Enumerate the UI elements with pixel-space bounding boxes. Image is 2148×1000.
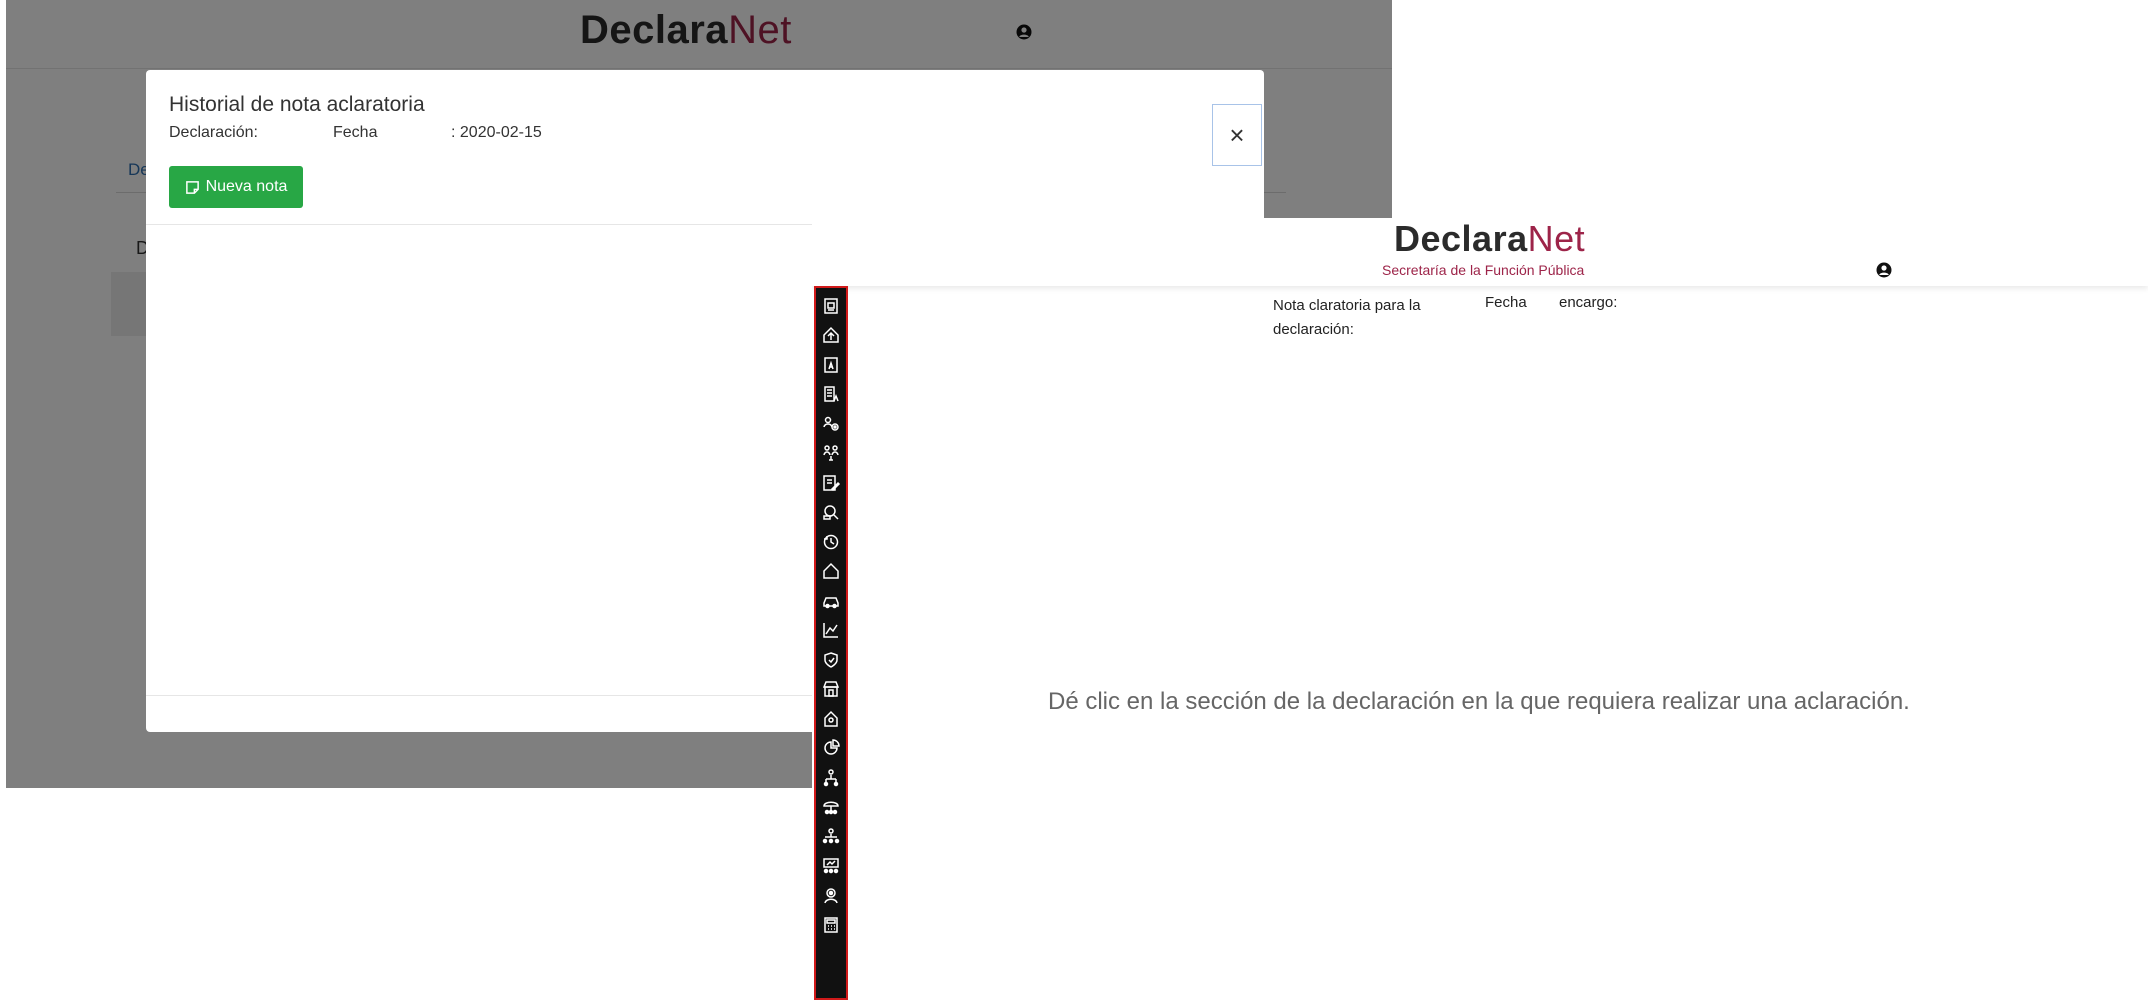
document-a-icon <box>824 357 838 373</box>
declaration-sections-sidebar <box>814 286 848 1000</box>
form-edit-icon <box>823 475 841 491</box>
note-icon <box>185 180 199 194</box>
calculator-icon <box>824 917 838 933</box>
sidebar-item-id-card[interactable] <box>819 291 843 321</box>
close-icon: × <box>1229 119 1245 150</box>
building-a-icon <box>824 386 839 402</box>
person-badge-icon <box>824 888 838 904</box>
modal-title: Historial de nota aclaratoria <box>169 93 425 116</box>
sidebar-item-home[interactable] <box>819 557 843 587</box>
sidebar-item-family[interactable] <box>819 439 843 469</box>
user-icon[interactable] <box>1876 262 1892 278</box>
person-hierarchy-icon <box>823 769 839 786</box>
shield-hand-icon <box>824 651 838 668</box>
right-screenshot: DeclaraNet Secretaría de la Función Públ… <box>812 218 2148 1000</box>
new-note-button[interactable]: Nueva nota <box>169 166 303 208</box>
sidebar-item-group-hierarchy[interactable] <box>819 822 843 852</box>
sidebar-item-document-a[interactable] <box>819 350 843 380</box>
sidebar-item-umbrella-group[interactable] <box>819 793 843 823</box>
sidebar-item-person-hierarchy[interactable] <box>819 763 843 793</box>
fecha-label: Fecha <box>333 124 378 141</box>
sidebar-item-car[interactable] <box>819 586 843 616</box>
right-header: DeclaraNet Secretaría de la Función Públ… <box>812 218 2148 286</box>
sidebar-item-presentation-group[interactable] <box>819 852 843 882</box>
fecha-value: : 2020-02-15 <box>451 124 542 141</box>
sidebar-item-form-edit[interactable] <box>819 468 843 498</box>
sidebar-item-calculator[interactable] <box>819 911 843 941</box>
sidebar-item-upload-home[interactable] <box>819 321 843 351</box>
sidebar-item-shield-hand[interactable] <box>819 645 843 675</box>
history-icon <box>823 534 839 549</box>
sidebar-item-pie-chart[interactable] <box>819 734 843 764</box>
shop-icon <box>822 681 840 697</box>
instruction-text: Dé clic en la sección de la declaración … <box>1048 688 1910 715</box>
people-gear-icon <box>823 416 839 431</box>
family-icon <box>823 445 839 461</box>
search-settings-icon <box>823 505 839 520</box>
car-icon <box>823 597 839 608</box>
group-hierarchy-icon <box>822 828 840 843</box>
sidebar-item-line-chart[interactable] <box>819 616 843 646</box>
sidebar-item-people-gear[interactable] <box>819 409 843 439</box>
sidebar-item-history[interactable] <box>819 527 843 557</box>
pie-chart-icon <box>824 739 840 755</box>
sidebar-item-shop[interactable] <box>819 675 843 705</box>
house-location-icon <box>824 710 838 727</box>
sidebar-item-house-location[interactable] <box>819 704 843 734</box>
sidebar-item-building-a[interactable] <box>819 380 843 410</box>
presentation-group-icon <box>823 858 839 874</box>
logo-light-text: Net <box>1527 218 1586 259</box>
sidebar-item-search-settings[interactable] <box>819 498 843 528</box>
note-label: Nota claratoria para la declaración: <box>1273 297 1421 338</box>
close-button[interactable]: × <box>1212 104 1262 166</box>
declaranet-logo: DeclaraNet <box>1394 218 1585 260</box>
umbrella-group-icon <box>823 801 839 815</box>
declaracion-label: Declaración: <box>169 124 258 141</box>
note-encargo-label: encargo: <box>1559 294 1618 311</box>
logo-bold-text: Declara <box>1394 218 1528 259</box>
new-note-label: Nueva nota <box>205 178 288 195</box>
note-fecha-label: Fecha <box>1485 294 1527 311</box>
home-icon <box>823 563 839 579</box>
upload-home-icon <box>823 327 839 343</box>
line-chart-icon <box>823 623 838 638</box>
id-card-icon <box>824 298 838 314</box>
brand-subtitle: Secretaría de la Función Pública <box>1382 262 1585 278</box>
sidebar-item-person-badge[interactable] <box>819 881 843 911</box>
